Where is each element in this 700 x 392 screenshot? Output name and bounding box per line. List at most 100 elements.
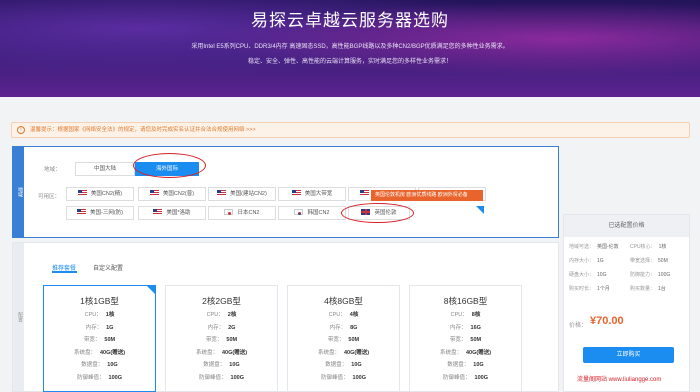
plan-spec: 带宽： 50M [288, 335, 399, 343]
plan-spec-value: 2G [228, 324, 236, 331]
plan-spec: 内存： 16G [410, 323, 521, 331]
summary-value: 100G [658, 272, 671, 278]
zone-option[interactable]: 韩国CN2 [278, 206, 346, 220]
flag-us-icon [77, 190, 87, 196]
price-value: ¥70.00 [590, 315, 624, 327]
plan-spec-key: 系统盘： [73, 349, 96, 356]
summary-key: 购买时长： [569, 286, 595, 292]
plan-spec-value: 50M [470, 337, 482, 343]
hero-banner: 易探云卓越云服务器选购 采用Intel E5系列CPU、DDR3/4内存 高速固… [0, 0, 700, 97]
plan-spec-key: 带宽： [449, 337, 467, 343]
summary-key: 购买数量： [630, 286, 656, 292]
zone-option[interactable]: 日本CN2 [208, 206, 276, 220]
plan-spec: 数据盘： 10G [166, 360, 277, 368]
plan-spec: 防御峰值： 100G [166, 373, 277, 381]
plan-spec-key: 带宽： [83, 337, 101, 343]
plan-spec-key: CPU： [206, 312, 224, 318]
notice-text: 温馨提示：根据国家《网络安全法》的规定，请您及时完成实名认证并合法合规使用网络 … [30, 127, 256, 133]
summary-item: 带宽选择： 50M [630, 257, 668, 264]
plan-spec-value: 50M [226, 337, 238, 343]
summary-key: 防御能力： [630, 272, 656, 278]
plan-card[interactable]: 2核2GB型 CPU： 2核 内存： 2G 带宽： 50M 系统盘： 40G(赠送) 数据盘： 10… [165, 285, 278, 392]
plan-spec: 系统盘： 40G(赠送) [44, 348, 155, 356]
plan-spec: 防御峰值： 100G [410, 373, 521, 381]
buy-button[interactable]: 立即购买 [583, 347, 674, 363]
summary-value: 10G [597, 272, 607, 278]
plan-spec-value: 100G [230, 374, 244, 381]
zone-option[interactable]: 美国-三网(防) [66, 206, 134, 220]
zone-option-label: 美国大带宽 [304, 191, 333, 197]
plan-spec-key: 防御峰值： [321, 374, 349, 381]
summary-item: 防御能力： 100G [630, 271, 670, 278]
summary-key: 地域可选： [569, 244, 595, 250]
zone-option[interactable]: 美国*洛助 [138, 206, 206, 220]
plan-spec: CPU： 2核 [166, 310, 277, 318]
flag-us-icon [149, 190, 159, 196]
plan-spec: 系统盘： 40G(赠送) [288, 348, 399, 356]
plan-spec-key: 数据盘： [325, 362, 348, 368]
plan-spec: CPU： 1核 [44, 310, 155, 318]
summary-key: 带宽选择： [630, 258, 656, 264]
price-label: 价格： [569, 323, 588, 329]
flag-us-icon [217, 190, 227, 196]
zone-option-label: 韩国CN2 [307, 210, 330, 216]
plan-title: 1核1GB型 [80, 296, 119, 306]
plan-spec-value: 10G [473, 362, 484, 368]
plan-spec: 带宽： 50M [44, 335, 155, 343]
plan-spec: 数据盘： 10G [288, 360, 399, 368]
plan-spec-key: 内存： [85, 324, 103, 331]
summary-key: 硬盘大小： [569, 272, 595, 278]
summary-value: 1G [597, 258, 604, 264]
hero-description-2: 稳定、安全、弹性、高性能的云端计算服务，实时满足您的多样性业务需求！ [247, 59, 452, 65]
tab-custom[interactable]: 自定义配置 [93, 263, 123, 272]
summary-item: 购买时长： 1个月 [569, 285, 610, 292]
summary-item: 地域可选： 英国-伦敦 [569, 243, 619, 250]
plan-spec-key: 内存： [450, 324, 467, 331]
plan-spec: 数据盘： 10G [44, 360, 155, 368]
plan-spec-key: 内存： [207, 324, 225, 331]
plan-spec-value: 10G [351, 362, 362, 368]
plan-spec-value: 50M [104, 337, 116, 343]
flag-kr-icon [294, 209, 304, 215]
page-title: 易探云卓越云服务器选购 [251, 11, 449, 30]
plan-spec-key: 数据盘： [203, 362, 226, 368]
plan-spec: 带宽： 50M [410, 335, 521, 343]
plan-spec-key: 系统盘： [195, 349, 218, 356]
flag-jp-icon [224, 209, 234, 215]
plan-spec-value: 40G(赠送) [343, 349, 370, 356]
region-side-tab: 地域 [13, 147, 24, 237]
notice-bar[interactable]: ! 温馨提示：根据国家《网络安全法》的规定，请您及时完成实名认证并合法合规使用网… [11, 122, 690, 138]
zone-option[interactable]: 美国CN2(普) [138, 187, 206, 201]
info-icon: ! [17, 126, 25, 134]
plan-spec-value: 1核 [105, 312, 115, 318]
zone-option[interactable]: 美国(建站CN2) [208, 187, 276, 201]
zone-label: 可用区： [38, 194, 61, 200]
plan-card[interactable]: 8核16GB型 CPU： 8核 内存： 16G 带宽： 50M 系统盘： 40G(赠送) 数据盘：… [409, 285, 522, 392]
plan-card[interactable]: 1核1GB型 CPU： 1核 内存： 1G 带宽： 50M 系统盘： 40G(赠送) 数据盘： 10… [43, 285, 156, 392]
plan-spec-key: CPU： [450, 312, 468, 318]
plan-spec: 数据盘： 10G [410, 360, 521, 368]
plan-spec-key: 数据盘： [447, 362, 470, 368]
plan-spec-value: 100G [108, 374, 122, 381]
selected-corner-icon [476, 206, 484, 214]
plan-spec-key: 系统盘： [439, 349, 462, 356]
summary-value: 1核 [658, 244, 667, 250]
plan-card[interactable]: 4核8GB型 CPU： 4核 内存： 8G 带宽： 50M 系统盘： 40G(赠送) 数据盘： 10… [287, 285, 400, 392]
plan-title: 4核8GB型 [324, 296, 363, 306]
flag-us-icon [153, 209, 163, 215]
plan-spec-key: 带宽： [327, 337, 345, 343]
plan-title: 8核16GB型 [443, 296, 488, 306]
highlight-ring [133, 153, 206, 178]
plan-spec-value: 40G(赠送) [221, 349, 248, 356]
plan-spec-key: 内存： [329, 324, 347, 331]
plan-spec-value: 2核 [227, 312, 237, 318]
summary-key: 内存大小： [569, 258, 595, 264]
area-option-mainland[interactable]: 中国大陆 [75, 162, 135, 176]
highlight-ring [341, 203, 414, 223]
zone-option[interactable]: 美国CN2(精) [66, 187, 134, 201]
zone-option[interactable]: 美国大带宽 [278, 187, 346, 201]
summary-value: 英国-伦敦 [597, 244, 619, 250]
plan-spec-key: 防御峰值： [77, 374, 105, 381]
plan-spec: 内存： 2G [166, 323, 277, 331]
watermark: 流量阁网站 www.liuliangge.com [577, 377, 662, 383]
